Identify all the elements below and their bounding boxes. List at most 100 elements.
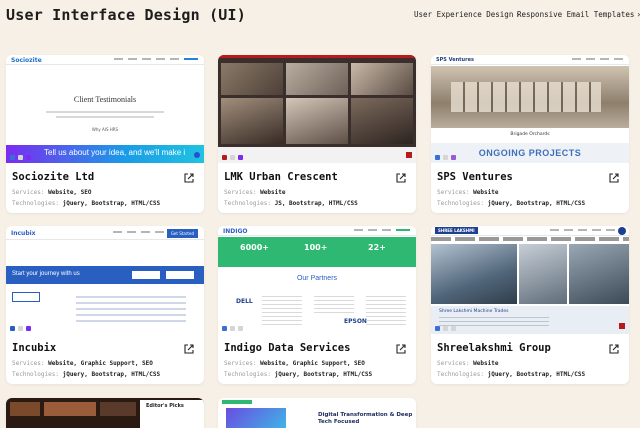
nav-link-email-templates[interactable]: Responsive Email Templates›	[517, 10, 640, 19]
project-card-shreelakshmi[interactable]: SHREE LAKSHMI Shree Lakshmi Machine Trad…	[431, 226, 629, 384]
thumb-section-heading: ONGOING PROJECTS	[478, 148, 582, 158]
card-services: Services: Website	[437, 189, 498, 196]
card-technologies: Technologies: jQuery, Bootstrap, HTML/CS…	[12, 200, 160, 207]
project-card-sps-ventures[interactable]: SPS Ventures Brigade Orchards ONGOING PR…	[431, 55, 629, 213]
carousel-dots[interactable]	[435, 155, 456, 160]
nav-link-label: User Experience Design	[414, 10, 514, 19]
thumb-photo	[431, 244, 517, 304]
project-thumbnail[interactable]: Incubix Get Started Start your journey w…	[6, 226, 204, 334]
carousel-dots[interactable]	[222, 326, 243, 331]
thumb-stats-bar: 6000+ 100+ 22+	[218, 237, 416, 267]
mini-nav-links	[114, 58, 198, 60]
services-label: Services:	[437, 360, 470, 367]
thumb-caption-bar: Shree Lakshmi Machine Trades	[431, 306, 629, 334]
technologies-label: Technologies:	[437, 200, 484, 207]
technologies-value: jQuery, Bootstrap, HTML/CSS	[487, 371, 586, 378]
thumb-caption: Brigade Orchards	[510, 132, 550, 137]
thumb-photo	[286, 63, 348, 95]
card-title[interactable]: Indigo Data Services	[224, 342, 350, 354]
technologies-label: Technologies:	[224, 200, 271, 207]
thumb-caption: Shree Lakshmi Machine Trades	[439, 309, 509, 314]
thumb-logo: SPS Ventures	[436, 57, 474, 63]
carousel-dots[interactable]	[222, 155, 243, 160]
project-card-partial-1[interactable]: Editor's Picks	[6, 398, 204, 428]
technologies-value: jQuery, Bootstrap, HTML/CSS	[487, 200, 586, 207]
mini-navbar: SPS Ventures	[431, 55, 629, 65]
thumb-photo	[100, 402, 136, 416]
external-link-icon[interactable]	[396, 173, 406, 183]
external-link-icon[interactable]	[396, 344, 406, 354]
thumb-photo	[351, 98, 413, 144]
thumb-stat: 6000+	[240, 243, 269, 252]
partner-logo: DELL	[236, 298, 253, 305]
project-thumbnail[interactable]	[218, 55, 416, 163]
card-technologies: Technologies: jQuery, Bootstrap, HTML/CS…	[224, 371, 372, 378]
project-thumbnail[interactable]: Editor's Picks	[6, 398, 204, 428]
carousel-dots[interactable]	[10, 326, 31, 331]
carousel-dots[interactable]	[435, 326, 456, 331]
project-card-lmk[interactable]: LMK Urban Crescent Services: Website Tec…	[218, 55, 416, 213]
external-link-icon[interactable]	[609, 173, 619, 183]
external-link-icon[interactable]	[609, 344, 619, 354]
services-label: Services:	[437, 189, 470, 196]
services-label: Services:	[224, 189, 257, 196]
external-link-icon[interactable]	[184, 344, 194, 354]
mini-nav-links	[550, 229, 615, 231]
thumb-text-lines	[314, 296, 354, 314]
thumb-logo: INDIGO	[223, 228, 248, 235]
external-link-icon[interactable]	[184, 173, 194, 183]
mini-nav-links	[113, 231, 164, 233]
next-arrow-icon[interactable]	[406, 152, 412, 158]
project-thumbnail[interactable]: INDIGO 6000+ 100+ 22+ Our Partners DELL …	[218, 226, 416, 334]
card-title[interactable]: Incubix	[12, 342, 56, 354]
services-value: Website, SEO	[48, 189, 92, 196]
thumb-footer-logo	[12, 292, 40, 302]
card-technologies: Technologies: jQuery, Bootstrap, HTML/CS…	[437, 371, 585, 378]
mini-navbar: Incubix Get Started	[6, 226, 204, 240]
mini-navbar: Sociozite	[6, 55, 204, 65]
card-title[interactable]: Sociozite Ltd	[12, 171, 94, 183]
project-card-sociozite[interactable]: Sociozite Client Testimonials Why AIS HR…	[6, 55, 204, 213]
thumb-photo	[44, 402, 96, 416]
services-value: Website	[260, 189, 286, 196]
project-thumbnail[interactable]: SPS Ventures Brigade Orchards ONGOING PR…	[431, 55, 629, 163]
project-thumbnail[interactable]: Digital Transformation & Deep Tech Focus…	[218, 398, 416, 428]
project-thumbnail[interactable]: Sociozite Client Testimonials Why AIS HR…	[6, 55, 204, 163]
project-thumbnail[interactable]: SHREE LAKSHMI Shree Lakshmi Machine Trad…	[431, 226, 629, 334]
thumb-cta-button: Get Started	[166, 229, 198, 238]
thumb-logo-bar	[222, 400, 252, 404]
thumb-banner: Tell us about your idea, and we'll make …	[6, 145, 204, 163]
thumb-photo	[519, 244, 567, 304]
thumb-text-lines	[366, 296, 406, 326]
technologies-label: Technologies:	[12, 371, 59, 378]
thumb-heading: Editor's Picks	[146, 403, 184, 409]
technologies-label: Technologies:	[437, 371, 484, 378]
technologies-value: jQuery, Bootstrap, HTML/CSS	[62, 200, 161, 207]
project-card-incubix[interactable]: Incubix Get Started Start your journey w…	[6, 226, 204, 384]
thumb-heading: Digital Transformation & Deep Tech Focus…	[318, 412, 413, 426]
card-services: Services: Website	[224, 189, 285, 196]
technologies-value: JS, Bootstrap, HTML/CSS	[274, 200, 358, 207]
card-title[interactable]: Shreelakshmi Group	[437, 342, 551, 354]
thumb-footer	[218, 147, 416, 163]
carousel-dots[interactable]	[10, 155, 31, 160]
thumb-sidebar: Editor's Picks	[140, 400, 204, 428]
card-title[interactable]: LMK Urban Crescent	[224, 171, 338, 183]
services-value: Website	[473, 189, 499, 196]
nav-link-user-experience[interactable]: User Experience Design ›	[414, 10, 520, 19]
next-arrow-icon[interactable]	[619, 323, 625, 329]
card-technologies: Technologies: JS, Bootstrap, HTML/CSS	[224, 200, 358, 207]
project-card-indigo[interactable]: INDIGO 6000+ 100+ 22+ Our Partners DELL …	[218, 226, 416, 384]
thumb-text-line	[56, 116, 154, 118]
thumb-banner-button	[132, 271, 160, 279]
card-title[interactable]: SPS Ventures	[437, 171, 513, 183]
thumb-photo	[221, 63, 283, 95]
project-card-partial-2[interactable]: Digital Transformation & Deep Tech Focus…	[218, 398, 416, 428]
thumb-heading: Our Partners	[296, 275, 338, 282]
thumb-stat: 100+	[304, 243, 328, 252]
services-label: Services:	[12, 189, 45, 196]
thumb-stat: 22+	[368, 243, 386, 252]
partner-logo: EPSON	[344, 318, 367, 325]
next-arrow-icon[interactable]	[194, 152, 200, 158]
technologies-value: jQuery, Bootstrap, HTML/CSS	[274, 371, 373, 378]
